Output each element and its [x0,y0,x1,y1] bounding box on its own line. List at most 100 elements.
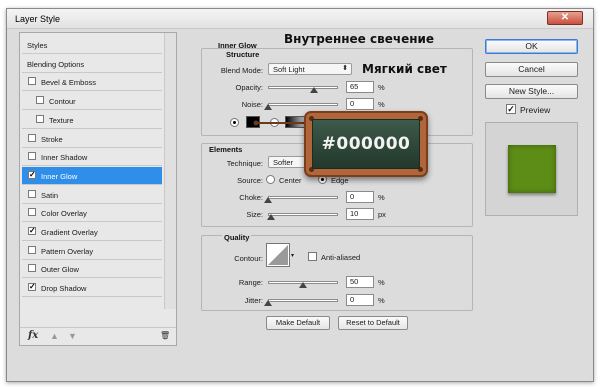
style-item-inner-shadow[interactable]: Inner Shadow+ [22,148,175,167]
make-default-button[interactable]: Make Default [266,316,330,330]
jitter-slider-thumb[interactable] [264,300,272,306]
blend-mode-select[interactable]: Soft Light ⬍ [268,63,352,75]
color-code-text: #000000 [321,134,411,154]
styles-list-footer: fx ▲ ▼ 🗑 [20,327,176,345]
contour-curve-icon [268,245,288,265]
style-item-outer-glow[interactable]: Outer Glow [22,260,162,279]
style-checkbox[interactable] [28,264,36,273]
contour-preview[interactable] [266,243,290,267]
close-button[interactable]: ✕ [547,11,583,25]
style-item-label: Pattern Overlay [41,246,94,256]
quality-title: Quality [222,233,252,242]
solid-color-radio[interactable] [230,118,239,127]
noise-slider-thumb[interactable] [264,104,272,110]
noise-input[interactable]: 0 [346,98,374,110]
trash-icon[interactable]: 🗑 [160,331,170,340]
noise-label: Noise: [241,100,263,109]
contour-dropdown-icon[interactable]: ▾ [291,252,294,259]
style-checkbox[interactable] [36,114,44,123]
noise-slider-track [268,103,338,106]
style-checkbox[interactable] [28,245,36,254]
reset-to-default-button[interactable]: Reset to Default [338,316,408,330]
opacity-slider[interactable] [268,83,338,93]
range-unit: % [378,278,385,287]
size-input[interactable]: 10 [346,208,374,220]
preview-label: Preview [520,105,551,115]
style-checkbox[interactable]: ✓ [28,283,36,292]
style-item-pattern-overlay[interactable]: Pattern Overlay [22,242,162,260]
inner-glow-heading: Inner Glow [218,41,257,50]
style-item-texture[interactable]: Texture [22,111,162,129]
style-item-contour[interactable]: Contour [22,92,162,111]
stepper-arrows-icon: ⬍ [342,65,348,72]
style-item-label: Blending Options [27,59,85,69]
cancel-button[interactable]: Cancel [485,62,578,77]
style-item-label: Color Overlay [41,209,87,219]
styles-list-scrollbar[interactable] [164,33,176,309]
structure-title: Structure [226,50,260,59]
inner-glow-ru-caption: Внутреннее свечение [284,32,435,46]
style-item-label: Satin [41,190,59,200]
range-slider-thumb[interactable] [299,282,307,288]
style-item-label: Inner Glow [41,171,78,181]
technique-value: Softer [273,158,294,167]
range-slider[interactable] [268,278,338,288]
size-slider-thumb[interactable] [266,214,275,220]
elements-title: Elements [209,145,243,154]
ok-button[interactable]: OK [485,39,578,54]
preview-swatch [508,145,556,193]
choke-slider-thumb[interactable] [264,197,272,203]
blend-mode-label: Blend Mode: [220,66,263,75]
callout-pointer [253,120,305,126]
style-item-label: Outer Glow [41,265,79,275]
style-checkbox[interactable] [28,189,36,198]
style-checkbox[interactable] [28,133,36,142]
range-label: Range: [238,278,263,287]
close-icon: ✕ [560,12,570,23]
style-item-satin[interactable]: Satin [22,186,162,204]
style-checkbox[interactable]: ✓ [28,227,36,235]
style-item-blending-options[interactable]: Blending Options [22,55,162,73]
style-item-label: Styles [27,41,48,50]
range-input[interactable]: 50 [346,276,374,288]
style-checkbox[interactable] [36,96,44,105]
opacity-input[interactable]: 65 [346,81,374,93]
jitter-label: Jitter: [244,296,263,305]
new-style-button[interactable]: New Style... [485,84,578,99]
board-surface: #000000 [312,119,420,169]
style-item-stroke[interactable]: Stroke+ [22,130,175,148]
blend-mode-value: Soft Light [273,65,305,74]
choke-slider[interactable] [264,193,338,203]
source-center-radio[interactable] [266,175,275,184]
style-checkbox[interactable]: ✓ [28,170,36,179]
choke-label: Choke: [239,193,263,202]
opacity-slider-thumb[interactable] [309,87,318,93]
size-slider[interactable] [266,210,338,220]
style-item-gradient-overlay[interactable]: ✓Gradient Overlay+ [22,223,175,241]
style-checkbox[interactable] [28,77,36,86]
arrow-up-icon[interactable]: ▲ [50,331,59,341]
preview-area [485,122,578,216]
anti-aliased-label: Anti-aliased [321,253,361,262]
style-item-label: Stroke [41,134,63,144]
noise-slider[interactable] [264,100,338,110]
title-bar: Layer Style ✕ [7,9,593,29]
style-item-styles[interactable]: Styles [22,36,162,54]
source-label: Source: [237,176,263,185]
style-checkbox[interactable] [28,208,36,217]
arrow-down-icon[interactable]: ▼ [68,331,77,341]
jitter-input[interactable]: 0 [346,294,374,306]
style-item-bevel-emboss[interactable]: Bevel & Emboss [22,73,162,92]
fx-icon[interactable]: fx [28,330,38,341]
choke-input[interactable]: 0 [346,191,374,203]
style-item-color-overlay[interactable]: Color Overlay+ [22,204,175,223]
style-item-label: Gradient Overlay [41,228,98,237]
noise-unit: % [378,100,385,109]
jitter-slider[interactable] [264,296,338,306]
style-checkbox[interactable] [28,152,36,161]
style-item-inner-glow[interactable]: ✓ Inner Glow [22,166,162,185]
preview-checkbox[interactable]: ✓ [506,104,516,114]
style-item-drop-shadow[interactable]: ✓Drop Shadow+ [22,279,175,298]
style-item-label: Contour [49,97,76,107]
anti-aliased-checkbox[interactable] [308,252,317,261]
